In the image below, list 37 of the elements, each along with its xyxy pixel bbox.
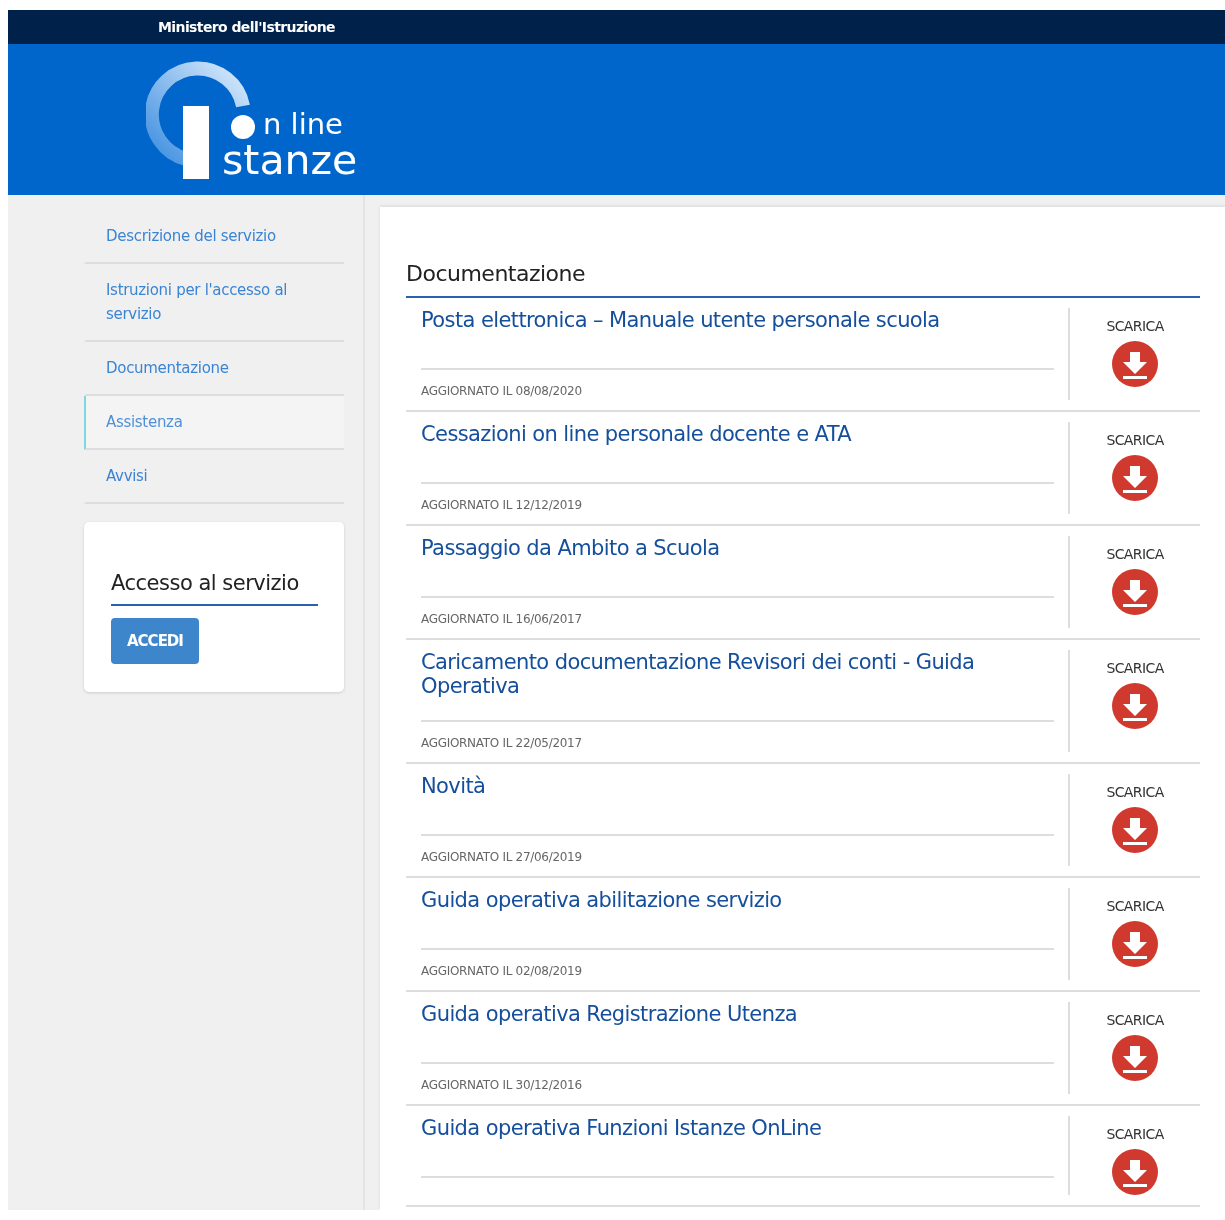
download-icon[interactable] bbox=[1112, 683, 1158, 729]
update-date: AGGIORNATO IL 16/06/2017 bbox=[421, 611, 583, 628]
document-link[interactable]: Caricamento documentazione Revisori dei conti - Guida Operativa bbox=[421, 650, 1054, 723]
ministry-title: Ministero dell'Istruzione bbox=[158, 17, 335, 37]
download-icon[interactable] bbox=[1112, 807, 1158, 854]
document-link[interactable]: Guida operativa abilitazione servizio bbox=[421, 888, 1054, 951]
download-icon[interactable] bbox=[1112, 341, 1158, 387]
logo-text: n line bbox=[263, 110, 343, 139]
download-icon[interactable] bbox=[1112, 1035, 1158, 1082]
update-date: AGGIORNATO IL 27/06/2019 bbox=[421, 849, 583, 867]
update-date: AGGIORNATO IL 08/08/2020 bbox=[421, 383, 583, 400]
update-date: AGGIORNATO IL 22/05/2017 bbox=[421, 735, 583, 753]
document-link[interactable]: Novità bbox=[421, 774, 1054, 837]
download-link[interactable]: SCARICA bbox=[1106, 782, 1164, 804]
document-link[interactable]: Passaggio da Ambito a Scuola bbox=[421, 536, 1054, 598]
download-icon[interactable] bbox=[1112, 921, 1158, 968]
document-link[interactable]: Cessazioni on line personale docente e ATA bbox=[421, 422, 1054, 484]
update-date: AGGIORNATO IL 02/08/2019 bbox=[421, 963, 583, 981]
document-link[interactable]: Guida operativa Funzioni Istanze OnLine bbox=[421, 1116, 1054, 1179]
download-icon[interactable] bbox=[1112, 455, 1158, 501]
update-date: AGGIORNATO IL 30/12/2016 bbox=[421, 1077, 583, 1095]
section-heading: Documentazione bbox=[406, 257, 1200, 298]
download-link[interactable]: SCARICA bbox=[1106, 1124, 1164, 1146]
download-link[interactable]: SCARICA bbox=[1106, 1010, 1164, 1032]
logo-text: stanze bbox=[222, 140, 358, 181]
update-date: AGGIORNATO IL 12/12/2019 bbox=[421, 497, 583, 514]
download-link[interactable]: SCARICA bbox=[1106, 658, 1164, 679]
document-link[interactable]: Guida operativa Registrazione Utenza bbox=[421, 1002, 1054, 1065]
access-title: Accesso al servizio bbox=[111, 568, 318, 606]
download-link[interactable]: SCARICA bbox=[1106, 544, 1164, 565]
document-link[interactable]: Posta elettronica – Manuale utente personale scuola bbox=[421, 308, 1054, 370]
download-link[interactable]: SCARICA bbox=[1106, 316, 1164, 337]
download-icon[interactable] bbox=[1112, 1149, 1158, 1196]
download-icon[interactable] bbox=[1112, 569, 1158, 615]
login-button[interactable]: ACCEDI bbox=[111, 617, 199, 664]
download-link[interactable]: SCARICA bbox=[1106, 430, 1164, 451]
download-link[interactable]: SCARICA bbox=[1106, 896, 1164, 918]
